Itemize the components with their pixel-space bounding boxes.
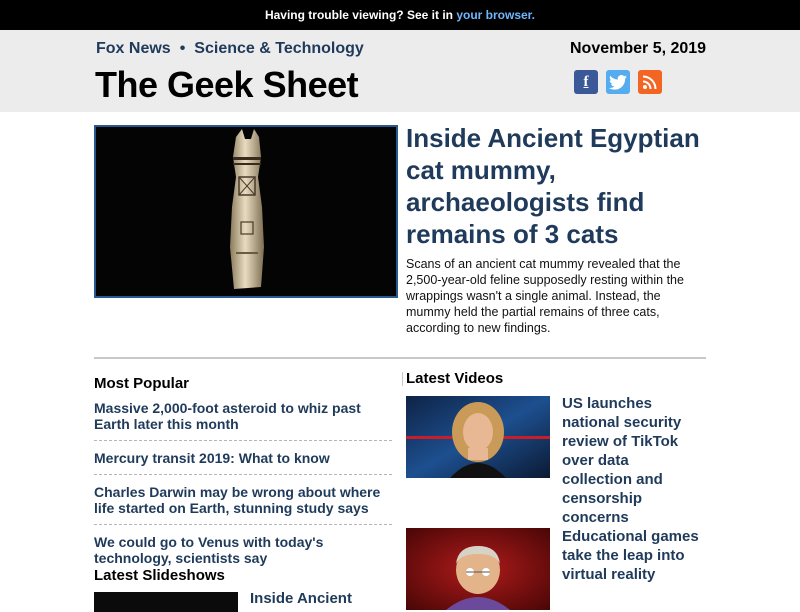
most-popular-link[interactable]: Charles Darwin may be wrong about where … [94,484,380,516]
twitter-bird-icon [609,74,627,90]
view-in-browser-bar: Having trouble viewing? See it in your b… [0,0,800,30]
list-item[interactable]: Charles Darwin may be wrong about where … [94,484,392,516]
hero-headline-link[interactable]: Inside Ancient Egyptian cat mummy, archa… [406,123,700,249]
most-popular-link[interactable]: We could go to Venus with today's techno… [94,534,323,566]
news-anchor-thumbnail-image [406,396,550,478]
video-title[interactable]: Educational games take the leap into vir… [562,527,702,584]
hero-summary: Scans of an ancient cat mummy revealed t… [406,257,684,335]
latest-slideshows-heading: Latest Slideshows [94,567,225,584]
newsletter-title: The Geek Sheet [95,64,359,105]
slideshow-title[interactable]: Inside Ancient [250,590,352,607]
most-popular-heading: Most Popular [94,375,190,392]
video-link[interactable]: US launches national security review of … [562,395,681,526]
most-popular-link[interactable]: Massive 2,000-foot asteroid to whiz past… [94,400,361,432]
animated-franklin-thumbnail-image [406,528,550,610]
list-item[interactable]: We could go to Venus with today's techno… [94,534,392,566]
most-popular-link[interactable]: Mercury transit 2019: What to know [94,450,330,466]
breadcrumb-separator: • [179,40,186,57]
science-technology-link[interactable]: Science & Technology [194,40,364,57]
rss-icon[interactable] [638,70,662,94]
facebook-icon[interactable]: f [574,70,598,94]
list-item[interactable]: Mercury transit 2019: What to know [94,450,392,466]
issue-date: November 5, 2019 [570,40,707,57]
fox-news-link[interactable]: Fox News [96,40,171,57]
slideshow-thumbnail[interactable] [94,592,238,612]
list-item[interactable]: Massive 2,000-foot asteroid to whiz past… [94,400,392,432]
latest-videos-heading: Latest Videos [406,370,504,387]
dashed-divider [94,474,392,475]
cat-mummy-image [96,127,396,296]
dashed-divider [94,440,392,441]
newsletter-header: Fox News • Science & Technology The Geek S… [0,30,800,112]
view-in-browser-link[interactable]: your browser. [456,8,535,22]
video-link[interactable]: Educational games take the leap into vir… [562,528,699,583]
section-divider [94,357,706,359]
view-in-browser-text: Having trouble viewing? See it in [264,8,457,22]
rss-waves-icon [642,75,657,90]
video-thumbnail[interactable] [406,396,550,478]
dashed-divider [94,524,392,525]
video-title[interactable]: US launches national security review of … [562,394,702,527]
videos-column-rule [402,372,403,386]
hero-image-cat-mummy[interactable] [94,125,398,298]
video-thumbnail[interactable] [406,528,550,610]
twitter-icon[interactable] [606,70,630,94]
breadcrumb: Fox News • Science & Technology [96,40,364,58]
hero-headline[interactable]: Inside Ancient Egyptian cat mummy, archa… [406,122,706,250]
facebook-glyph: f [583,73,589,90]
